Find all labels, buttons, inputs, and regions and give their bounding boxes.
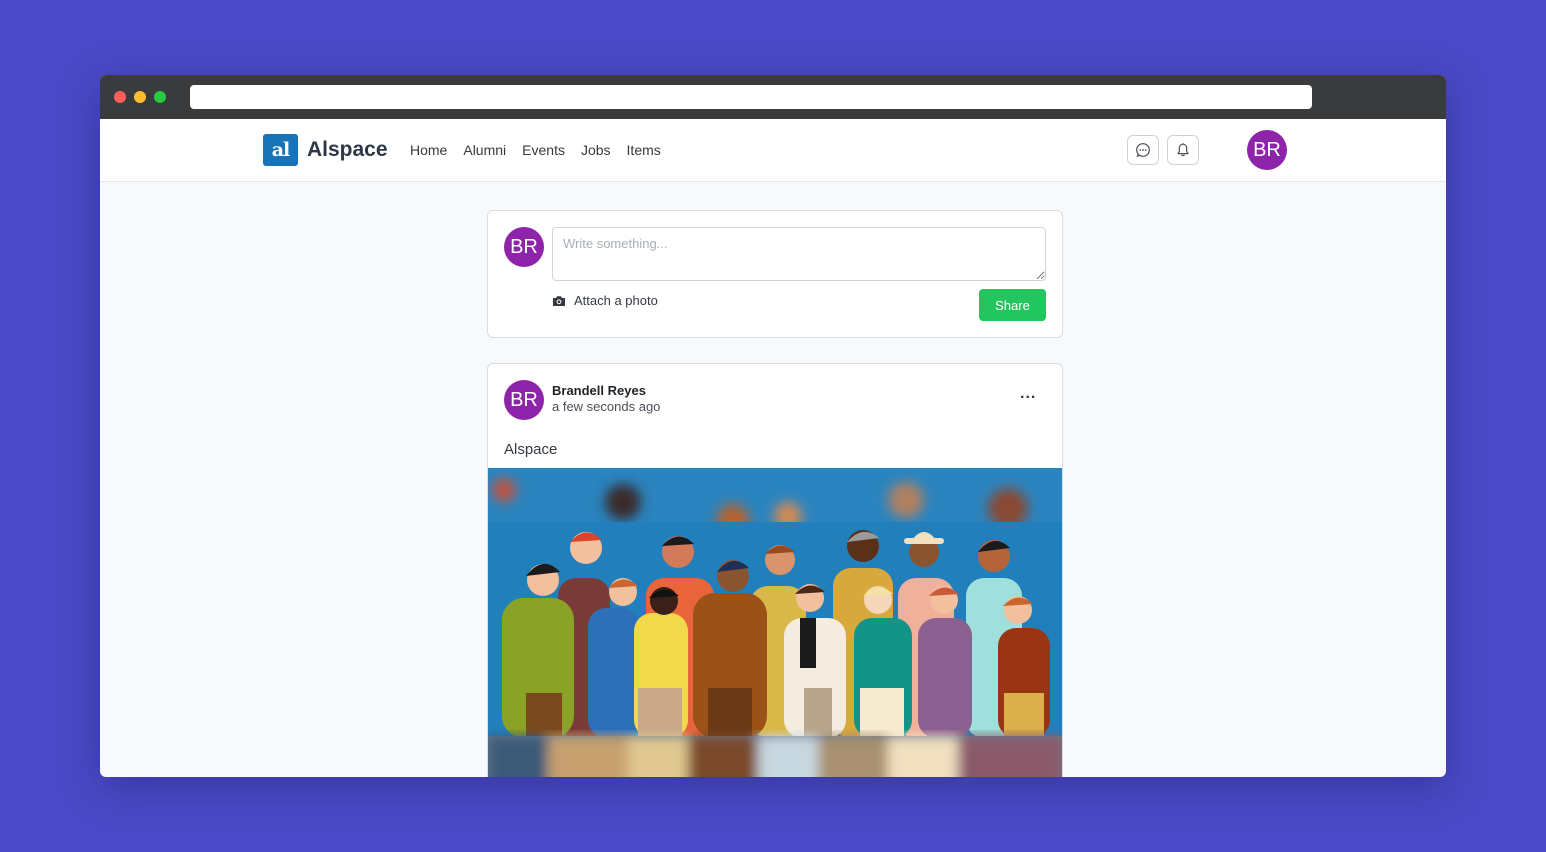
maximize-window-button[interactable] (154, 91, 166, 103)
camera-icon (553, 295, 565, 306)
chat-bubble-icon (1136, 143, 1150, 157)
nav-link-items[interactable]: Items (627, 142, 661, 158)
feed-post: BR Brandell Reyes a few seconds ago ... … (487, 363, 1063, 777)
bell-icon (1177, 143, 1189, 157)
brand-logo: al (263, 134, 298, 166)
nav-link-home[interactable]: Home (410, 142, 447, 158)
browser-window: al Alspace Home Alumni Events Jobs Items (100, 75, 1446, 777)
notifications-button[interactable] (1167, 135, 1199, 165)
nav-link-alumni[interactable]: Alumni (463, 142, 506, 158)
attach-photo-button[interactable]: Attach a photo (552, 293, 658, 308)
post-timestamp: a few seconds ago (552, 399, 661, 414)
post-body-text: Alspace (504, 441, 558, 458)
user-avatar-menu[interactable]: BR (1247, 130, 1287, 170)
attach-photo-label: Attach a photo (574, 293, 658, 308)
composer-avatar: BR (504, 227, 544, 267)
post-image[interactable] (488, 468, 1063, 777)
brand-name: Alspace (307, 138, 388, 161)
brand-link[interactable]: al Alspace (263, 134, 388, 166)
messages-button[interactable] (1127, 135, 1159, 165)
post-author-name[interactable]: Brandell Reyes (552, 383, 646, 398)
address-bar[interactable] (190, 85, 1312, 109)
minimize-window-button[interactable] (134, 91, 146, 103)
post-author-avatar[interactable]: BR (504, 380, 544, 420)
top-navbar: al Alspace Home Alumni Events Jobs Items (100, 119, 1446, 182)
nav-links: Home Alumni Events Jobs Items (410, 142, 661, 158)
post-options-menu[interactable]: ... (1020, 386, 1036, 402)
share-button[interactable]: Share (979, 289, 1046, 321)
nav-link-events[interactable]: Events (522, 142, 565, 158)
close-window-button[interactable] (114, 91, 126, 103)
post-composer: BR Attach a photo Share (487, 210, 1063, 338)
post-text-input[interactable] (552, 227, 1046, 281)
browser-titlebar (100, 75, 1446, 119)
nav-link-jobs[interactable]: Jobs (581, 142, 611, 158)
